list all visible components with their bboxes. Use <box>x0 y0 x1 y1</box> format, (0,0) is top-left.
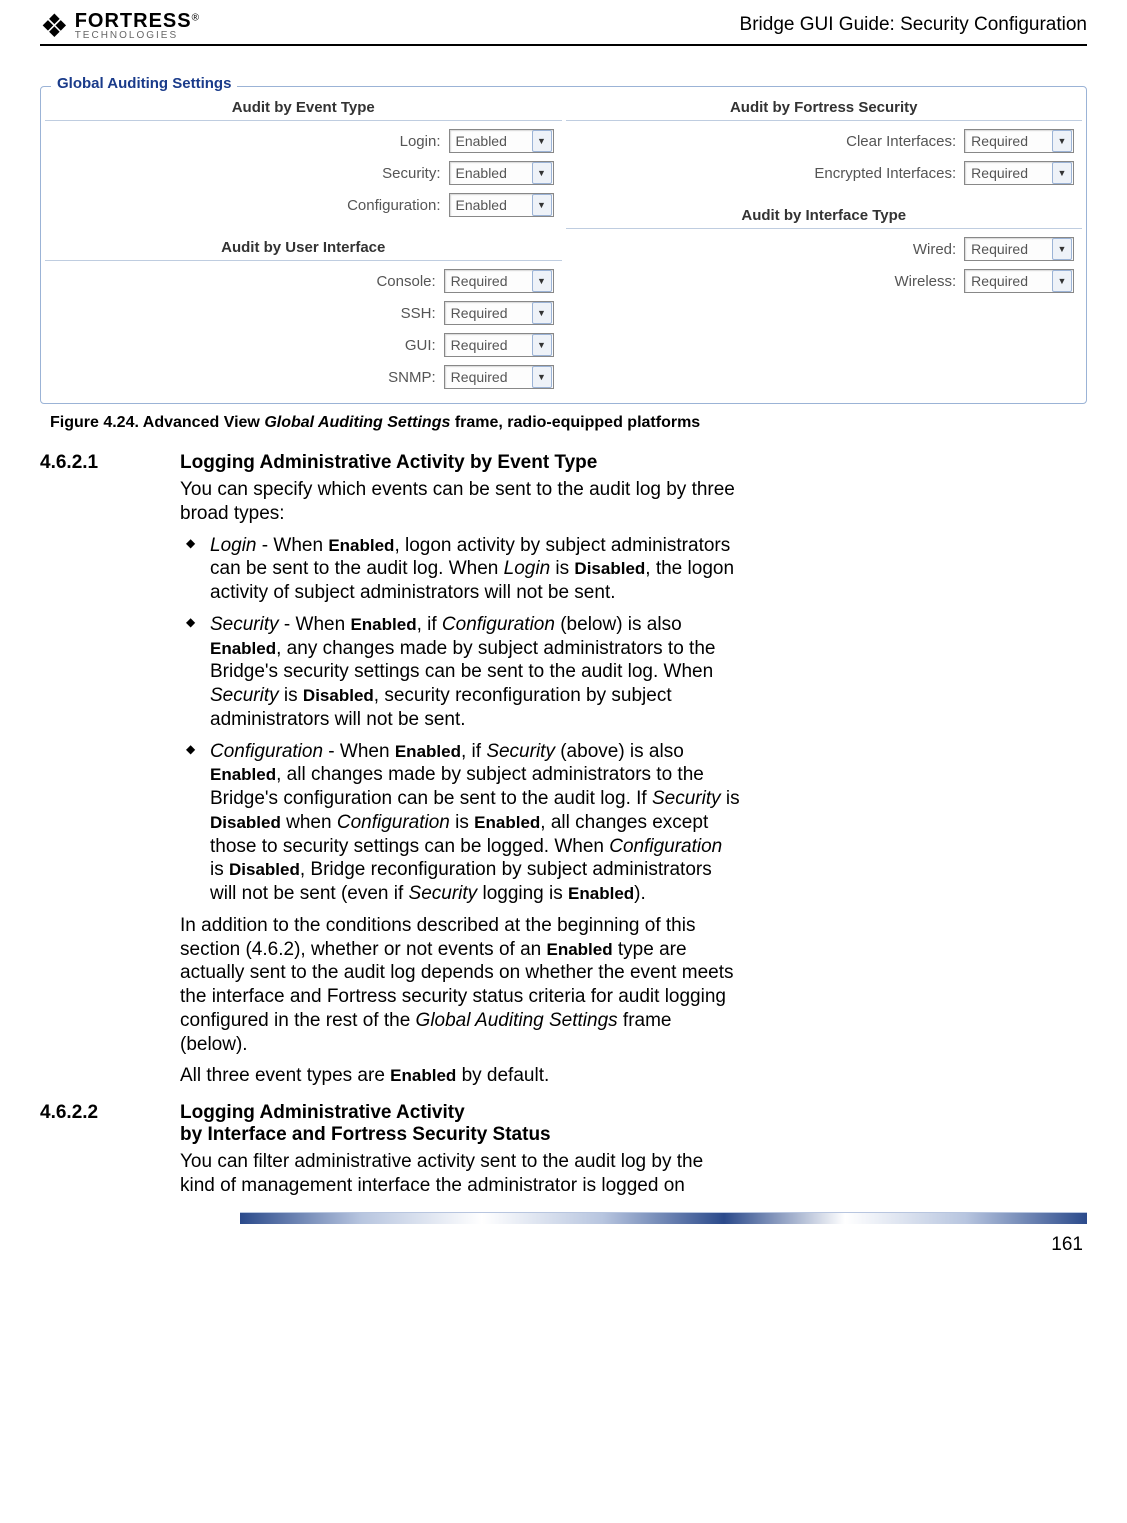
wired-select[interactable]: Required ▼ <box>964 237 1074 261</box>
event-type-list: Login - When Enabled, logon activity by … <box>180 534 740 906</box>
wireless-select-value: Required <box>965 273 1052 289</box>
chevron-down-icon: ▼ <box>1052 162 1072 184</box>
figure-caption: Figure 4.24. Advanced View Global Auditi… <box>50 414 1087 432</box>
wired-row: Wired: Required ▼ <box>566 233 1083 265</box>
snmp-label: SNMP: <box>53 369 444 386</box>
security-select[interactable]: Enabled ▼ <box>449 161 554 185</box>
section-number-46-2-1: 4.6.2.1 <box>40 452 180 1096</box>
chevron-down-icon: ▼ <box>1052 270 1072 292</box>
document-title: Bridge GUI Guide: Security Configuration <box>740 14 1087 36</box>
snmp-row: SNMP: Required ▼ <box>45 361 562 393</box>
figure-caption-em: Global Auditing Settings <box>264 414 450 431</box>
console-row: Console: Required ▼ <box>45 265 562 297</box>
clear-interfaces-select-value: Required <box>965 133 1052 149</box>
login-select[interactable]: Enabled ▼ <box>449 129 554 153</box>
intro-paragraph: You can specify which events can be sent… <box>180 478 740 526</box>
ssh-row: SSH: Required ▼ <box>45 297 562 329</box>
fieldset-legend: Global Auditing Settings <box>51 75 237 92</box>
configuration-select[interactable]: Enabled ▼ <box>449 193 554 217</box>
wireless-select[interactable]: Required ▼ <box>964 269 1074 293</box>
ssh-select[interactable]: Required ▼ <box>444 301 554 325</box>
chevron-down-icon: ▼ <box>532 334 552 356</box>
footer-divider <box>40 1212 1087 1224</box>
clear-interfaces-select[interactable]: Required ▼ <box>964 129 1074 153</box>
registered-mark: ® <box>192 13 199 24</box>
brand-name: FORTRESS <box>75 10 192 32</box>
encrypted-interfaces-select-value: Required <box>965 165 1052 181</box>
logo-icon: ❖ <box>40 10 69 42</box>
snmp-select-value: Required <box>445 369 532 385</box>
right-column: Audit by Fortress Security Clear Interfa… <box>566 95 1083 393</box>
chevron-down-icon: ▼ <box>532 194 552 216</box>
login-row: Login: Enabled ▼ <box>45 125 562 157</box>
gui-select[interactable]: Required ▼ <box>444 333 554 357</box>
audit-fortress-security-header: Audit by Fortress Security <box>566 95 1083 121</box>
encrypted-interfaces-row: Encrypted Interfaces: Required ▼ <box>566 157 1083 189</box>
figure-caption-prefix: Figure 4.24. Advanced View <box>50 414 264 431</box>
console-select-value: Required <box>445 273 532 289</box>
gui-row: GUI: Required ▼ <box>45 329 562 361</box>
audit-user-interface-header: Audit by User Interface <box>45 235 562 261</box>
audit-event-type-header: Audit by Event Type <box>45 95 562 121</box>
section-number-46-2-2: 4.6.2.2 <box>40 1102 180 1206</box>
configuration-row: Configuration: Enabled ▼ <box>45 189 562 221</box>
chevron-down-icon: ▼ <box>532 302 552 324</box>
configuration-label: Configuration: <box>53 197 449 214</box>
chevron-down-icon: ▼ <box>532 162 552 184</box>
chevron-down-icon: ▼ <box>1052 238 1072 260</box>
conditions-paragraph: In addition to the conditions described … <box>180 914 740 1057</box>
list-item-login: Login - When Enabled, logon activity by … <box>180 534 740 605</box>
list-item-configuration: Configuration - When Enabled, if Securit… <box>180 740 740 906</box>
figure-caption-suffix: frame, radio-equipped platforms <box>450 414 700 431</box>
chevron-down-icon: ▼ <box>1052 130 1072 152</box>
chevron-down-icon: ▼ <box>532 130 552 152</box>
chevron-down-icon: ▼ <box>532 366 552 388</box>
ssh-label: SSH: <box>53 305 444 322</box>
security-label: Security: <box>53 165 449 182</box>
console-select[interactable]: Required ▼ <box>444 269 554 293</box>
gui-label: GUI: <box>53 337 444 354</box>
clear-interfaces-row: Clear Interfaces: Required ▼ <box>566 125 1083 157</box>
ssh-select-value: Required <box>445 305 532 321</box>
gui-select-value: Required <box>445 337 532 353</box>
encrypted-interfaces-select[interactable]: Required ▼ <box>964 161 1074 185</box>
list-item-security: Security - When Enabled, if Configuratio… <box>180 613 740 732</box>
section-heading-interface-status: Logging Administrative Activityby Interf… <box>180 1102 740 1146</box>
doc-header: ❖ FORTRESS® TECHNOLOGIES Bridge GUI Guid… <box>40 10 1087 46</box>
encrypted-interfaces-label: Encrypted Interfaces: <box>574 165 965 182</box>
configuration-select-value: Enabled <box>450 197 532 213</box>
security-select-value: Enabled <box>450 165 532 181</box>
wireless-row: Wireless: Required ▼ <box>566 265 1083 297</box>
left-column: Audit by Event Type Login: Enabled ▼ Sec… <box>45 95 562 393</box>
default-paragraph: All three event types are Enabled by def… <box>180 1064 740 1088</box>
clear-interfaces-label: Clear Interfaces: <box>574 133 965 150</box>
brand-logo: ❖ FORTRESS® TECHNOLOGIES <box>40 10 199 42</box>
wired-label: Wired: <box>574 241 965 258</box>
wireless-label: Wireless: <box>574 273 965 290</box>
security-row: Security: Enabled ▼ <box>45 157 562 189</box>
login-select-value: Enabled <box>450 133 532 149</box>
chevron-down-icon: ▼ <box>532 270 552 292</box>
global-auditing-settings-frame: Global Auditing Settings Audit by Event … <box>40 86 1087 404</box>
intro2-paragraph: You can filter administrative activity s… <box>180 1150 740 1198</box>
wired-select-value: Required <box>965 241 1052 257</box>
page-number: 161 <box>40 1234 1087 1256</box>
login-label: Login: <box>53 133 449 150</box>
audit-interface-type-header: Audit by Interface Type <box>566 203 1083 229</box>
snmp-select[interactable]: Required ▼ <box>444 365 554 389</box>
section-heading-event-type: Logging Administrative Activity by Event… <box>180 452 740 474</box>
console-label: Console: <box>53 273 444 290</box>
